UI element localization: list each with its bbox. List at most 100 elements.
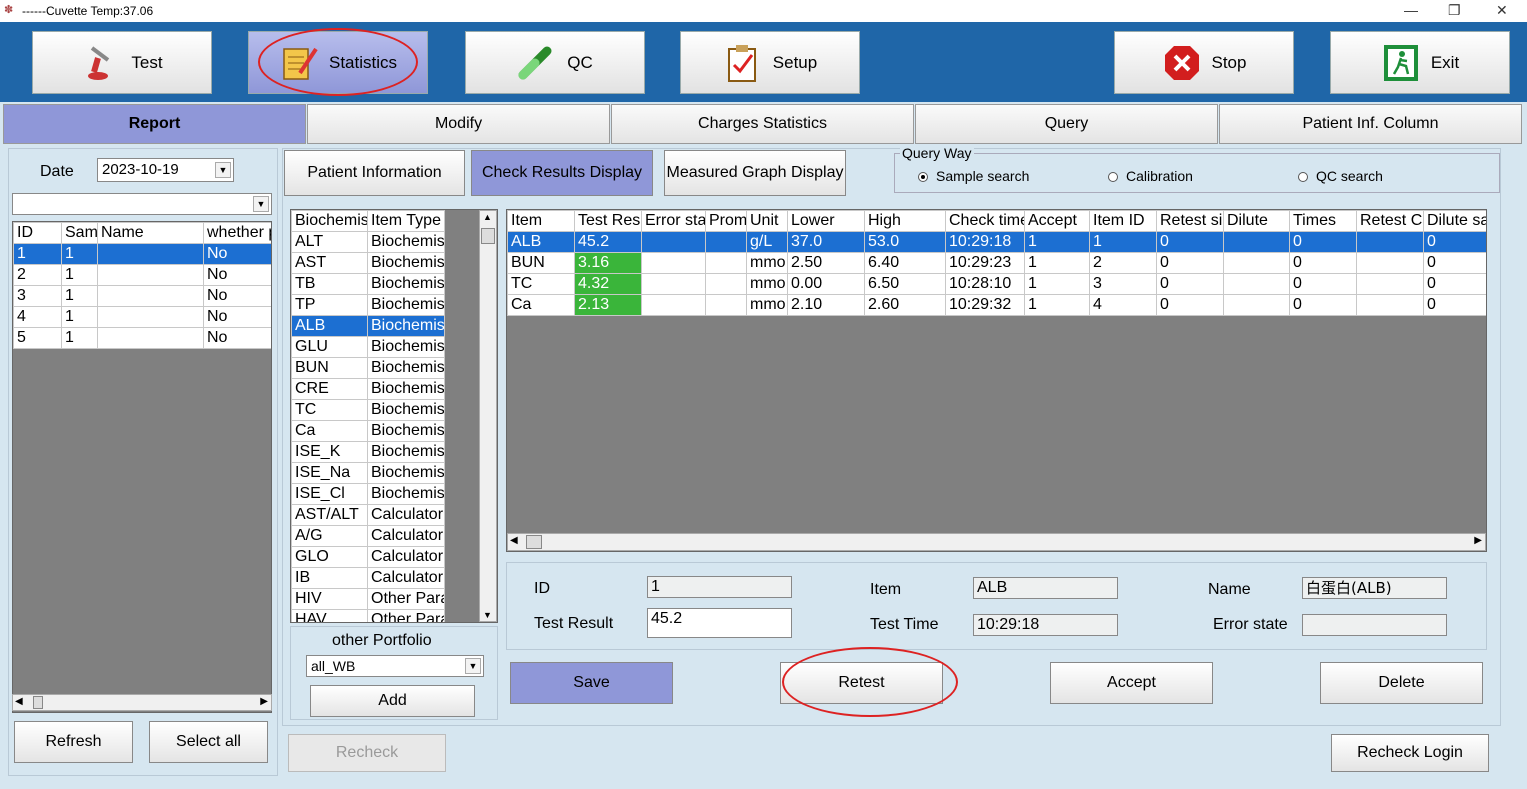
sample-filter-dropdown[interactable]: ▼: [12, 193, 272, 215]
results-column-header[interactable]: Prom: [705, 210, 747, 232]
table-row[interactable]: AST Biochemis: [291, 252, 445, 274]
date-picker[interactable]: 2023-10-19 ▼: [97, 158, 234, 182]
table-cell: [97, 243, 204, 265]
tab-report[interactable]: Report: [3, 104, 306, 144]
column-header-id[interactable]: ID: [13, 222, 62, 244]
measured-graph-display-button[interactable]: Measured Graph Display: [664, 150, 846, 196]
table-row[interactable]: 3 1 No: [13, 285, 271, 307]
tab-charges-statistics[interactable]: Charges Statistics: [611, 104, 914, 144]
results-horizontal-scrollbar[interactable]: ◀ ▶: [507, 533, 1486, 551]
table-row[interactable]: 1 1 No: [13, 243, 271, 265]
scroll-right-icon[interactable]: ▶: [260, 696, 268, 707]
select-all-button[interactable]: Select all: [149, 721, 268, 763]
table-row[interactable]: ALB 45.2 g/L 37.0 53.0 10:29:18 1 1 0 0 0: [507, 231, 1486, 253]
horizontal-scrollbar[interactable]: ◀ ▶: [12, 694, 272, 711]
table-row[interactable]: ISE_Na Biochemis: [291, 462, 445, 484]
scroll-up-icon[interactable]: ▲: [483, 212, 492, 222]
results-column-header[interactable]: Dilute: [1223, 210, 1290, 232]
column-header-name[interactable]: Name: [97, 222, 204, 244]
table-row[interactable]: 2 1 No: [13, 264, 271, 286]
table-row[interactable]: Ca 2.13 mmo 2.10 2.60 10:29:32 1 4 0 0 0: [507, 294, 1486, 316]
table-row[interactable]: AST/ALT Calculator: [291, 504, 445, 526]
patient-information-button[interactable]: Patient Information: [284, 150, 465, 196]
calibration-radio[interactable]: Calibration: [1108, 168, 1193, 184]
table-cell: A/G: [291, 525, 368, 547]
column-header-biochemis[interactable]: Biochemis: [291, 210, 368, 232]
table-row[interactable]: TP Biochemis: [291, 294, 445, 316]
scroll-left-icon[interactable]: ◀: [15, 696, 23, 707]
delete-button[interactable]: Delete: [1320, 662, 1483, 704]
test-result-input[interactable]: 45.2: [647, 608, 792, 638]
sample-search-radio[interactable]: Sample search: [918, 168, 1029, 184]
table-row[interactable]: TC Biochemis: [291, 399, 445, 421]
recheck-login-button[interactable]: Recheck Login: [1331, 734, 1489, 772]
other-portfolio-label: other Portfolio: [332, 632, 432, 649]
scroll-thumb[interactable]: [526, 535, 542, 549]
restore-icon[interactable]: ❐: [1448, 2, 1461, 19]
table-cell: 2.50: [787, 252, 865, 274]
table-row[interactable]: GLU Biochemis: [291, 336, 445, 358]
table-row[interactable]: ISE_K Biochemis: [291, 441, 445, 463]
scroll-thumb[interactable]: [481, 228, 495, 244]
results-column-header[interactable]: Times: [1289, 210, 1357, 232]
column-header-sample[interactable]: Sam: [61, 222, 98, 244]
results-column-header[interactable]: Item ID: [1089, 210, 1157, 232]
save-button[interactable]: Save: [510, 662, 673, 704]
table-row[interactable]: Ca Biochemis: [291, 420, 445, 442]
tab-modify[interactable]: Modify: [307, 104, 610, 144]
stop-button[interactable]: Stop: [1114, 31, 1294, 94]
test-button[interactable]: Test: [32, 31, 212, 94]
close-icon[interactable]: ✕: [1496, 2, 1508, 19]
minimize-icon[interactable]: —: [1404, 2, 1418, 18]
table-row[interactable]: TC 4.32 mmo 0.00 6.50 10:28:10 1 3 0 0 0: [507, 273, 1486, 295]
results-column-header[interactable]: Accept: [1024, 210, 1090, 232]
scroll-left-icon[interactable]: ◀: [510, 535, 518, 546]
results-column-header[interactable]: Retest C: [1356, 210, 1424, 232]
exit-button[interactable]: Exit: [1330, 31, 1510, 94]
table-row[interactable]: BUN Biochemis: [291, 357, 445, 379]
results-column-header[interactable]: Lower: [787, 210, 865, 232]
table-row[interactable]: BUN 3.16 mmo 2.50 6.40 10:29:23 1 2 0 0 0: [507, 252, 1486, 274]
setup-button[interactable]: Setup: [680, 31, 860, 94]
table-row[interactable]: CRE Biochemis: [291, 378, 445, 400]
table-row[interactable]: ALB Biochemis: [291, 315, 445, 337]
table-row[interactable]: HAV Other Para: [291, 609, 445, 622]
table-row[interactable]: HIV Other Para: [291, 588, 445, 610]
table-cell: Other Para: [367, 609, 445, 622]
results-column-header[interactable]: Check time: [945, 210, 1025, 232]
table-row[interactable]: ISE_Cl Biochemis: [291, 483, 445, 505]
results-column-header[interactable]: Unit: [746, 210, 788, 232]
check-results-display-button[interactable]: Check Results Display: [471, 150, 653, 196]
table-row[interactable]: A/G Calculator: [291, 525, 445, 547]
tab-query[interactable]: Query: [915, 104, 1218, 144]
column-header-whether[interactable]: whether p: [203, 222, 271, 244]
table-row[interactable]: 5 1 No: [13, 327, 271, 349]
table-row[interactable]: TB Biochemis: [291, 273, 445, 295]
table-row[interactable]: 4 1 No: [13, 306, 271, 328]
portfolio-dropdown[interactable]: all_WB ▼: [306, 655, 484, 677]
column-header-item-type[interactable]: Item Type: [367, 210, 445, 232]
results-column-header[interactable]: Retest si: [1156, 210, 1224, 232]
results-column-header[interactable]: Test Res: [574, 210, 642, 232]
qc-search-radio[interactable]: QC search: [1298, 168, 1383, 184]
tab-patient-inf-column[interactable]: Patient Inf. Column: [1219, 104, 1522, 144]
vertical-scrollbar[interactable]: ▲ ▼: [479, 210, 497, 622]
scroll-down-icon[interactable]: ▼: [483, 610, 492, 620]
table-row[interactable]: ALT Biochemis: [291, 231, 445, 253]
table-row[interactable]: GLO Calculator: [291, 546, 445, 568]
qc-button[interactable]: QC: [465, 31, 645, 94]
scroll-thumb[interactable]: [33, 696, 43, 709]
results-column-header[interactable]: Dilute sa: [1423, 210, 1486, 232]
recheck-button[interactable]: Recheck: [288, 734, 446, 772]
table-cell: GLU: [291, 336, 368, 358]
table-cell: 1: [1024, 252, 1090, 274]
accept-button[interactable]: Accept: [1050, 662, 1213, 704]
error-state-field: [1302, 614, 1447, 636]
table-row[interactable]: IB Calculator: [291, 567, 445, 589]
results-column-header[interactable]: Error sta: [641, 210, 706, 232]
results-column-header[interactable]: High: [864, 210, 946, 232]
results-column-header[interactable]: Item: [507, 210, 575, 232]
add-button[interactable]: Add: [310, 685, 475, 717]
scroll-right-icon[interactable]: ▶: [1474, 535, 1482, 546]
refresh-button[interactable]: Refresh: [14, 721, 133, 763]
